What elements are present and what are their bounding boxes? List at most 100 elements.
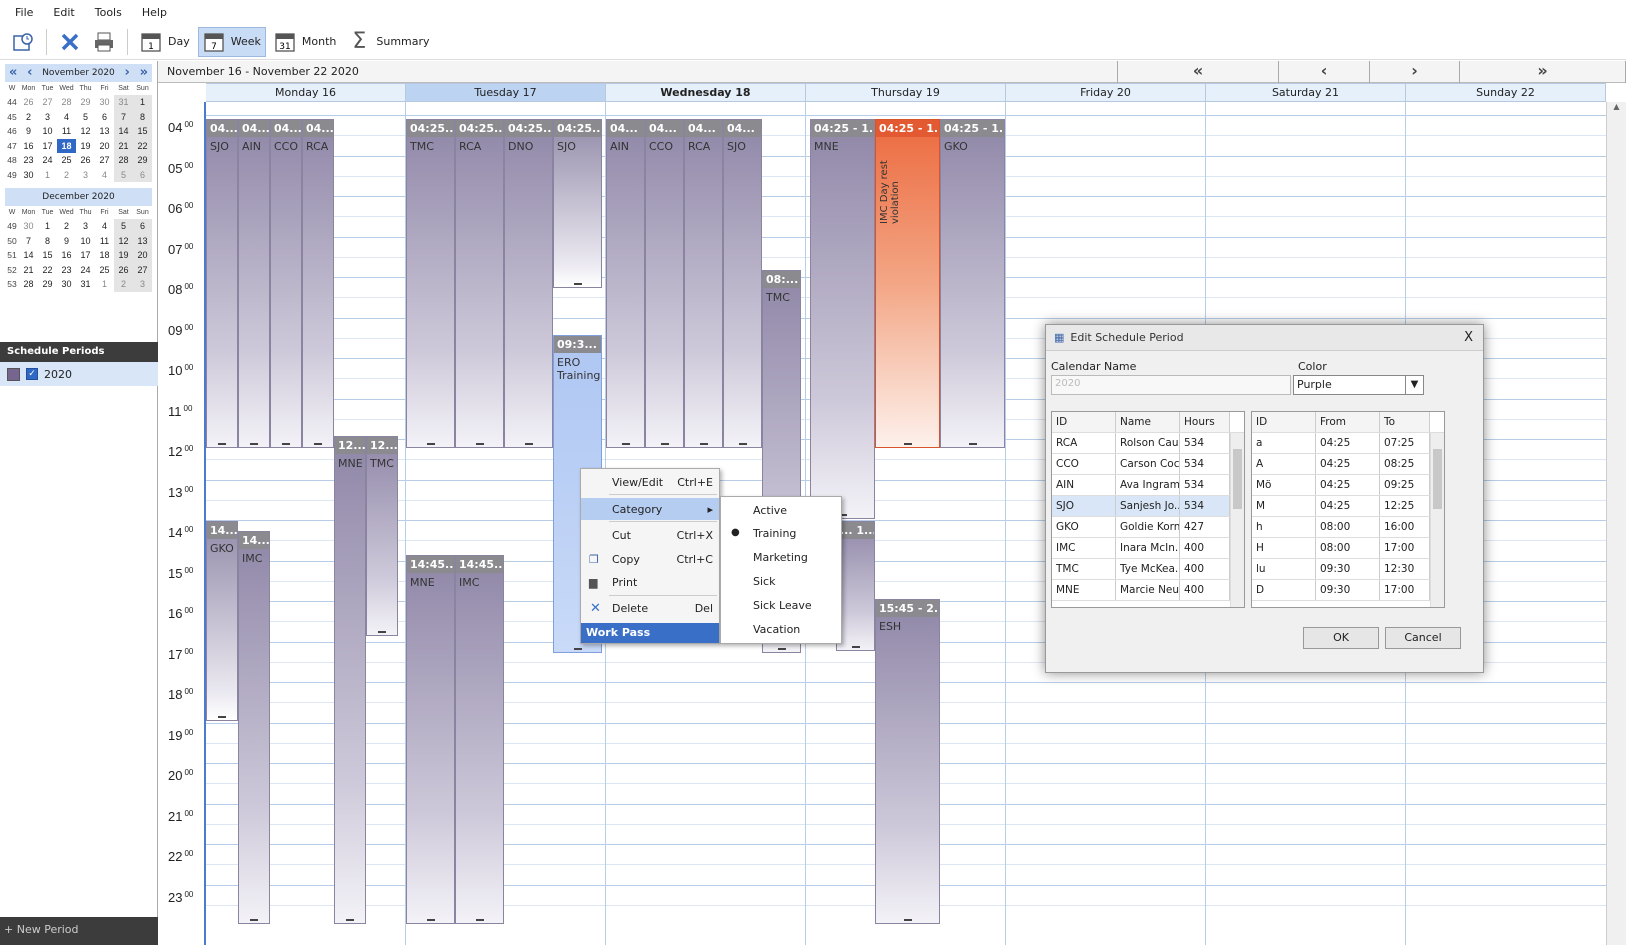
- mini-calendar-day[interactable]: 31: [114, 95, 133, 110]
- resize-handle[interactable]: [699, 443, 708, 445]
- menu-item-category[interactable]: Category ▸: [581, 498, 719, 520]
- mini-calendar-day[interactable]: 4: [57, 110, 76, 125]
- day-header-saturday[interactable]: Saturday 21: [1206, 83, 1406, 102]
- mini-calendar-day[interactable]: 8: [38, 234, 57, 249]
- mini-calendar-day[interactable]: 4: [95, 168, 114, 183]
- table-row[interactable]: a 04:25 07:25: [1252, 433, 1444, 454]
- menu-tools[interactable]: Tools: [85, 6, 132, 19]
- schedule-period-item[interactable]: ✓ 2020: [0, 362, 158, 386]
- scroll-up-icon[interactable]: ▲: [1607, 102, 1626, 111]
- table-row[interactable]: MNEMarcie Neu...400: [1052, 580, 1244, 601]
- mini-calendar-day[interactable]: 15: [133, 124, 152, 139]
- next-month-icon[interactable]: ›: [125, 66, 130, 80]
- mini-calendar-day[interactable]: 9: [57, 234, 76, 249]
- cancel-button[interactable]: Cancel: [1385, 627, 1461, 649]
- mini-calendar-day[interactable]: 12: [76, 124, 95, 139]
- scroll-thumb[interactable]: [1233, 449, 1242, 509]
- mini-calendar-day[interactable]: 17: [38, 139, 57, 154]
- table-scrollbar[interactable]: [1430, 433, 1444, 607]
- mini-calendar-day[interactable]: 1: [95, 277, 114, 292]
- menu-file[interactable]: File: [5, 6, 43, 19]
- mini-calendar-day[interactable]: 28: [57, 95, 76, 110]
- mini-calendar-day[interactable]: 25: [95, 263, 114, 278]
- table-row[interactable]: h 08:00 16:00: [1252, 517, 1444, 538]
- shifts-table[interactable]: ID From To a 04:25 07:25 A 04:25 08:25 Mö 04:25 09:…: [1251, 411, 1445, 608]
- appointment[interactable]: 04:25 - 1... IMC Day rest violation: [875, 119, 940, 448]
- prev-year-icon[interactable]: «: [9, 66, 17, 80]
- mini-calendar-day[interactable]: 15: [38, 248, 57, 263]
- mini-calendar-day[interactable]: 11: [95, 234, 114, 249]
- resize-handle[interactable]: [218, 716, 226, 718]
- menu-help[interactable]: Help: [132, 6, 177, 19]
- next-week-nav-button[interactable]: ›: [1369, 61, 1459, 83]
- appointment[interactable]: 12... MNE: [334, 436, 366, 924]
- ok-button[interactable]: OK: [1303, 627, 1379, 649]
- submenu-item-sick[interactable]: Sick: [753, 575, 775, 588]
- summary-view-button[interactable]: Σ Summary: [344, 27, 433, 57]
- delete-button[interactable]: [55, 27, 85, 57]
- mini-calendar-day[interactable]: 27: [133, 262, 152, 277]
- mini-calendar-day[interactable]: 14: [19, 248, 38, 263]
- appointment[interactable]: 14... IMC: [238, 531, 270, 924]
- resize-handle[interactable]: [851, 646, 860, 648]
- table-row[interactable]: H 08:00 17:00: [1252, 538, 1444, 559]
- mini-calendar-day[interactable]: 24: [76, 263, 95, 278]
- mini-calendar-day[interactable]: 17: [76, 248, 95, 263]
- mini-calendar-day[interactable]: 30: [95, 95, 114, 110]
- mini-calendar-day[interactable]: 27: [95, 153, 114, 168]
- goto-today-button[interactable]: [8, 27, 38, 57]
- resize-handle[interactable]: [903, 919, 912, 921]
- mini-calendar-day[interactable]: 8: [133, 109, 152, 124]
- day-header-thursday[interactable]: Thursday 19: [806, 83, 1006, 102]
- resize-handle[interactable]: [903, 443, 912, 445]
- mini-calendar-day[interactable]: 30: [19, 219, 38, 234]
- mini-calendar-day[interactable]: 1: [38, 219, 57, 234]
- mini-calendar-day[interactable]: 31: [76, 277, 95, 292]
- menu-edit[interactable]: Edit: [43, 6, 84, 19]
- mini-calendar-day[interactable]: 1: [38, 168, 57, 183]
- week-view-button[interactable]: 7 Week: [197, 26, 266, 57]
- table-row[interactable]: TMC Tye McKea... 400: [1052, 559, 1244, 580]
- mini-calendar-day[interactable]: 27: [38, 95, 57, 110]
- appointment[interactable]: 04... RCA: [302, 119, 334, 448]
- mini-calendar-day[interactable]: 28: [19, 277, 38, 292]
- table-row[interactable]: SJO Sanjesh Jo... 534: [1052, 496, 1244, 517]
- mini-calendar-day[interactable]: 21: [114, 138, 133, 153]
- mini-calendar-day[interactable]: 16: [57, 248, 76, 263]
- dialog-close-button[interactable]: X: [1464, 330, 1473, 345]
- mini-calendar-day[interactable]: 24: [38, 153, 57, 168]
- mini-calendar-day[interactable]: 2: [57, 168, 76, 183]
- mini-calendar-day[interactable]: 23: [19, 153, 38, 168]
- mini-calendar-day[interactable]: 9: [19, 124, 38, 139]
- menu-item-copy[interactable]: ❐ Copy Ctrl+C: [581, 548, 719, 570]
- appointment[interactable]: 14... GKO: [206, 521, 238, 721]
- submenu-item-active[interactable]: Active: [753, 504, 787, 517]
- resize-handle[interactable]: [378, 631, 386, 633]
- table-scrollbar[interactable]: [1230, 433, 1244, 607]
- mini-calendar-day[interactable]: 2: [19, 110, 38, 125]
- resize-handle[interactable]: [314, 443, 322, 445]
- mini-calendar-day[interactable]: 12: [114, 233, 133, 248]
- mini-calendar-day[interactable]: 19: [76, 139, 95, 154]
- table-row[interactable]: RCARolson Cau...534: [1052, 433, 1244, 454]
- column-header[interactable]: To: [1380, 412, 1430, 432]
- table-row[interactable]: D 09:30 17:00: [1252, 580, 1444, 601]
- mini-calendar-day[interactable]: 14: [114, 124, 133, 139]
- appointment[interactable]: 04... RCA: [684, 119, 723, 448]
- resize-handle[interactable]: [968, 443, 977, 445]
- appointment[interactable]: 04:25... DNO: [504, 119, 553, 448]
- day-header-friday[interactable]: Friday 20: [1006, 83, 1206, 102]
- resize-handle[interactable]: [524, 443, 533, 445]
- period-checkbox[interactable]: ✓: [26, 368, 38, 380]
- table-row[interactable]: M 04:25 12:25: [1252, 496, 1444, 517]
- mini-calendar-day[interactable]: 30: [57, 277, 76, 292]
- mini-calendar-day[interactable]: 3: [38, 110, 57, 125]
- mini-calendar-day[interactable]: 25: [57, 153, 76, 168]
- mini-calendar-day[interactable]: 13: [95, 124, 114, 139]
- mini-calendar-day[interactable]: 6: [133, 219, 152, 234]
- color-select[interactable]: Purple ▼: [1293, 375, 1424, 395]
- appointment[interactable]: 04... CCO: [645, 119, 684, 448]
- appointment[interactable]: 04... AIN: [238, 119, 270, 448]
- appointment[interactable]: 14:45... MNE: [406, 555, 455, 924]
- resize-handle[interactable]: [282, 443, 290, 445]
